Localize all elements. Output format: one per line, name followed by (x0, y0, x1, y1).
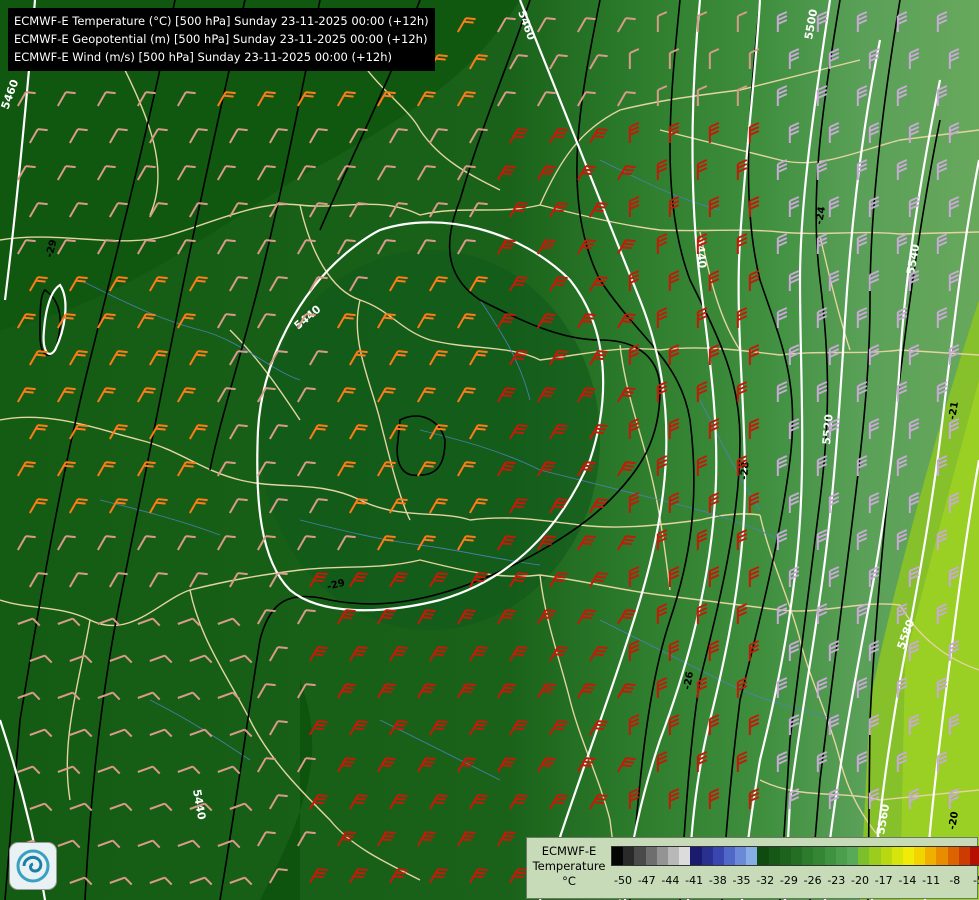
temperature-legend: ECMWF-E Temperature °C -50 -47 -44 -41 -38 -3… (526, 837, 979, 899)
legend-swatch (858, 847, 870, 865)
legend-swatch (958, 847, 970, 865)
logo-icon (10, 843, 56, 889)
legend-tick-label: -26 (803, 874, 822, 887)
legend-tick-label: -8 (949, 874, 961, 887)
legend-swatch (623, 847, 635, 865)
legend-tick-label: -35 (732, 874, 751, 887)
legend-tick-label: -20 (851, 874, 869, 887)
legend-swatch (690, 847, 702, 865)
legend-swatch (835, 847, 847, 865)
legend-tick-label: -11 (922, 874, 941, 887)
legend-swatch (936, 847, 948, 865)
legend-swatch (679, 847, 691, 865)
legend-swatch (880, 847, 892, 865)
legend-title-unit: °C (562, 874, 576, 888)
legend-tick-label: -44 (661, 874, 680, 887)
legend-swatch (869, 847, 881, 865)
header-geopotential-title: ECMWF-E Geopotential (m) [500 hPa] Sunda… (14, 32, 428, 46)
legend-swatch (846, 847, 859, 865)
legend-tick-label: -14 (898, 874, 917, 887)
header-wind-title: ECMWF-E Wind (m/s) [500 hPa] Sunday 23-1… (14, 50, 393, 64)
legend-swatch (802, 847, 814, 865)
legend-swatch (779, 847, 791, 865)
legend-tick-label: -47 (637, 874, 656, 887)
legend-swatch (656, 847, 668, 865)
legend-swatch (914, 847, 926, 865)
legend-tick-label: -41 (685, 874, 704, 887)
legend-tick-label: -17 (874, 874, 893, 887)
legend-ticks: -50 -47 -44 -41 -38 -35 -32 -29 -26 -23 -20 -17 -14-… (611, 874, 979, 890)
legend-tick-label: -23 (827, 874, 846, 887)
legend-swatch (634, 847, 646, 865)
legend-swatch (723, 847, 736, 865)
legend-title-variable: Temperature (532, 859, 606, 873)
legend-title: ECMWF-E Temperature °C (529, 844, 609, 889)
legend-swatch (791, 847, 803, 865)
legend-tick-label: -50 (614, 874, 632, 887)
legend-tick-label: -32 (756, 874, 775, 887)
legend-swatch (902, 847, 915, 865)
legend-swatch (970, 847, 979, 865)
legend-tick-label: -38 (708, 874, 727, 887)
legend-swatch (813, 847, 825, 865)
weather-map: 5460 5460 5500 5440 5440 5540 5520 5580 … (0, 0, 979, 900)
legend-swatch (701, 847, 713, 865)
legend-swatch (612, 847, 624, 865)
legend-swatch (746, 847, 758, 865)
legend-tick-label: -29 (779, 874, 798, 887)
legend-swatch (824, 847, 836, 865)
map-header: ECMWF-E Temperature (°C) [500 hPa] Sunda… (8, 8, 435, 71)
legend-color-bar (611, 846, 979, 866)
legend-swatch (891, 847, 903, 865)
legend-swatch (757, 847, 769, 865)
legend-swatch (712, 847, 724, 865)
legend-swatch (667, 847, 680, 865)
legend-swatch (735, 847, 747, 865)
legend-swatch (645, 847, 657, 865)
header-temperature-title: ECMWF-E Temperature (°C) [500 hPa] Sunda… (14, 14, 429, 28)
legend-swatch (768, 847, 780, 865)
legend-tick-label: -5 (973, 874, 979, 887)
legend-swatch (925, 847, 937, 865)
legend-swatch (947, 847, 959, 865)
legend-title-source: ECMWF-E (541, 844, 597, 858)
